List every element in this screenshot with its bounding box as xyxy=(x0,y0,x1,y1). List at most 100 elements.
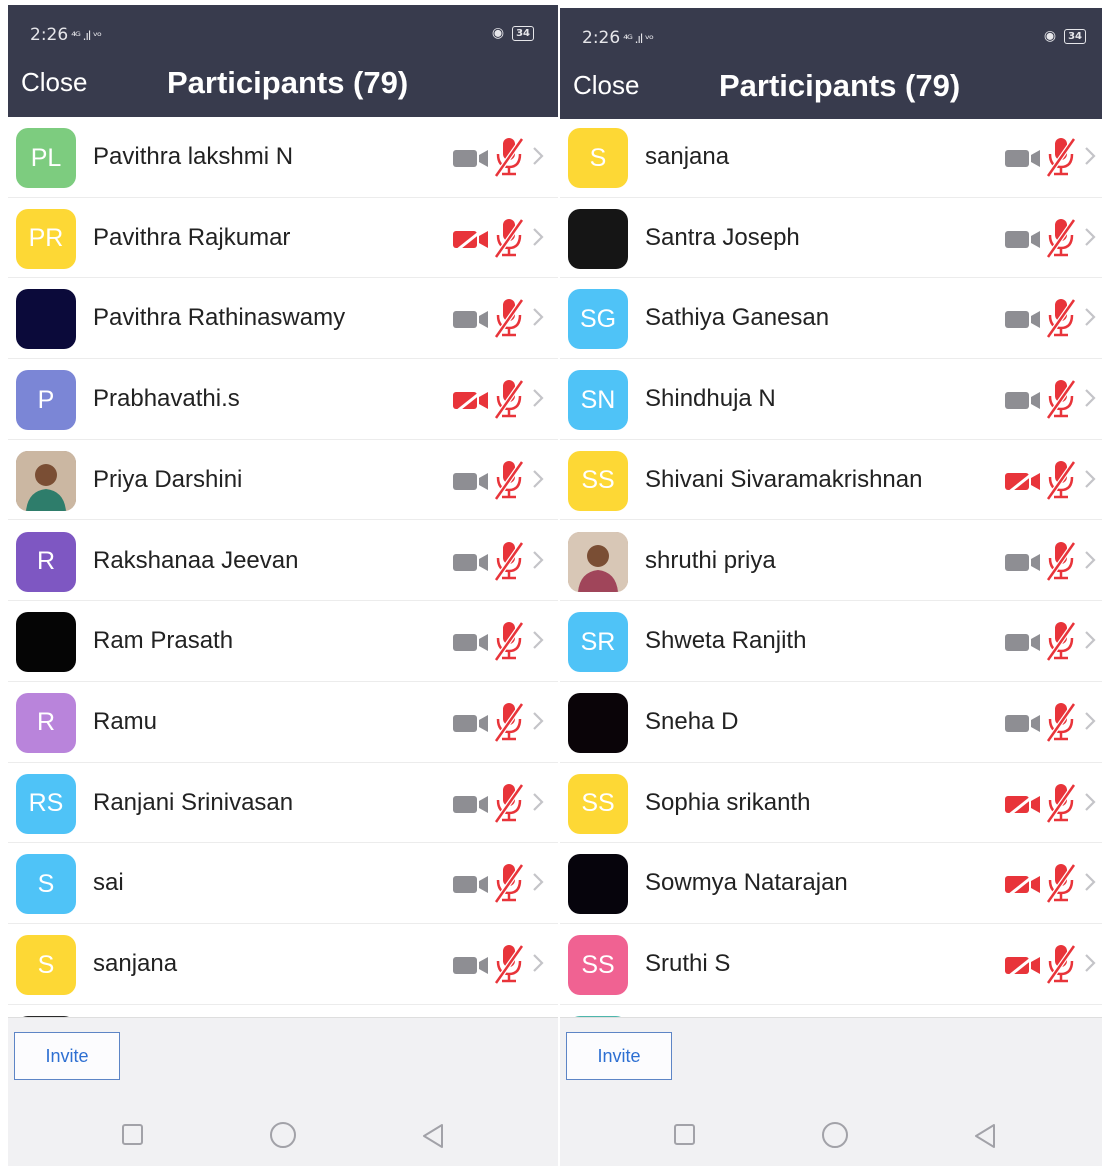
video-icon xyxy=(1005,150,1040,167)
avatar-initials: SR xyxy=(580,627,616,656)
chevron-right-icon[interactable] xyxy=(531,145,545,167)
row-chevron[interactable] xyxy=(531,791,545,818)
participant-row[interactable]: R Rakshanaa Jeevan xyxy=(8,521,558,602)
audio-status xyxy=(492,217,526,264)
row-chevron[interactable] xyxy=(531,710,545,737)
participant-row-partial[interactable] xyxy=(560,1005,1102,1017)
recents-icon[interactable] xyxy=(672,1122,698,1148)
row-chevron[interactable] xyxy=(531,306,545,333)
chevron-right-icon[interactable] xyxy=(531,549,545,571)
chevron-right-icon[interactable] xyxy=(531,710,545,732)
participant-list[interactable]: PL Pavithra lakshmi N PR Pavithra Rajkumar P… xyxy=(8,117,558,1017)
row-chevron[interactable] xyxy=(531,226,545,253)
row-chevron[interactable] xyxy=(1083,549,1097,576)
back-icon[interactable] xyxy=(420,1122,446,1150)
row-chevron[interactable] xyxy=(531,468,545,495)
home-icon[interactable] xyxy=(268,1120,298,1150)
mic-muted-icon xyxy=(493,702,525,743)
row-chevron[interactable] xyxy=(1083,952,1097,979)
participant-row[interactable]: R Ramu xyxy=(8,682,558,763)
avatar: P xyxy=(16,370,76,431)
invite-button[interactable]: Invite xyxy=(14,1032,120,1080)
participant-row[interactable]: PR Pavithra Rajkumar xyxy=(8,198,558,279)
row-chevron[interactable] xyxy=(1083,387,1097,414)
chevron-right-icon[interactable] xyxy=(1083,629,1097,651)
chevron-right-icon[interactable] xyxy=(1083,710,1097,732)
participant-row[interactable]: SN Shindhuja N xyxy=(560,359,1102,440)
chevron-right-icon[interactable] xyxy=(531,629,545,651)
chevron-right-icon[interactable] xyxy=(1083,145,1097,167)
chevron-right-icon[interactable] xyxy=(1083,549,1097,571)
chevron-right-icon[interactable] xyxy=(1083,871,1097,893)
row-chevron[interactable] xyxy=(1083,791,1097,818)
avatar xyxy=(16,450,76,511)
participant-row[interactable]: PL Pavithra lakshmi N xyxy=(8,117,558,198)
participant-row[interactable]: Priya Darshini xyxy=(8,440,558,521)
close-button[interactable]: Close xyxy=(573,70,639,101)
participant-name: Shindhuja N xyxy=(645,385,776,413)
chevron-right-icon[interactable] xyxy=(531,952,545,974)
participant-row[interactable]: Ssai xyxy=(8,843,558,924)
participant-row[interactable]: shruthi priya xyxy=(560,521,1102,602)
row-chevron[interactable] xyxy=(531,145,545,172)
participant-row[interactable]: P Prabhavathi.s xyxy=(8,359,558,440)
row-chevron[interactable] xyxy=(1083,629,1097,656)
participant-row[interactable]: SG Sathiya Ganesan xyxy=(560,278,1102,360)
participant-name: Ranjani Srinivasan xyxy=(93,788,294,816)
row-chevron[interactable] xyxy=(1083,226,1097,253)
chevron-right-icon[interactable] xyxy=(1083,226,1097,248)
video-status xyxy=(1004,872,1042,902)
chevron-right-icon[interactable] xyxy=(531,387,545,409)
chevron-right-icon[interactable] xyxy=(531,468,545,490)
close-button[interactable]: Close xyxy=(21,67,87,98)
participant-name: Prabhavathi.s xyxy=(93,385,240,413)
avatar xyxy=(16,612,76,673)
chevron-right-icon[interactable] xyxy=(531,226,545,248)
chevron-right-icon[interactable] xyxy=(1083,306,1097,328)
chevron-right-icon[interactable] xyxy=(531,306,545,328)
avatar: S xyxy=(16,854,76,915)
participant-row-partial[interactable] xyxy=(8,1005,558,1017)
back-icon[interactable] xyxy=(972,1122,998,1150)
alarm-icon: ◉ xyxy=(491,25,505,41)
home-icon[interactable] xyxy=(820,1120,850,1150)
participant-row[interactable]: SR Shweta Ranjith xyxy=(560,601,1102,682)
row-chevron[interactable] xyxy=(1083,306,1097,333)
participant-row[interactable]: Santra Joseph xyxy=(560,198,1102,279)
participant-row[interactable]: Sowmya Natarajan xyxy=(560,843,1102,924)
row-chevron[interactable] xyxy=(531,629,545,656)
row-chevron[interactable] xyxy=(531,952,545,979)
row-chevron[interactable] xyxy=(1083,710,1097,737)
row-chevron[interactable] xyxy=(531,549,545,576)
participant-list[interactable]: Ssanjana Santra Joseph SG Sathiya Ganesan SN… xyxy=(560,117,1102,1017)
row-chevron[interactable] xyxy=(1083,468,1097,495)
video-icon xyxy=(1005,392,1040,410)
chevron-right-icon[interactable] xyxy=(531,791,545,813)
participant-row[interactable]: Ram Prasath xyxy=(8,601,558,682)
avatar-initials: S xyxy=(37,950,55,979)
chevron-right-icon[interactable] xyxy=(1083,387,1097,409)
video-icon xyxy=(1005,553,1040,571)
video-icon xyxy=(453,876,488,894)
row-chevron[interactable] xyxy=(531,871,545,898)
participant-row[interactable]: Sneha D xyxy=(560,682,1102,763)
row-chevron[interactable] xyxy=(1083,871,1097,898)
recents-icon[interactable] xyxy=(120,1122,146,1148)
invite-button[interactable]: Invite xyxy=(566,1032,672,1080)
row-chevron[interactable] xyxy=(1083,145,1097,172)
chevron-right-icon[interactable] xyxy=(531,871,545,893)
chevron-right-icon[interactable] xyxy=(1083,791,1097,813)
chevron-right-icon[interactable] xyxy=(1083,952,1097,974)
participant-row[interactable]: Ssanjana xyxy=(560,117,1102,198)
avatar-initials: S xyxy=(589,143,607,172)
video-status xyxy=(1004,712,1042,741)
participant-row[interactable]: RS Ranjani Srinivasan xyxy=(8,763,558,844)
participant-row[interactable]: SS Sophia srikanth xyxy=(560,763,1102,844)
video-status xyxy=(452,551,490,580)
row-chevron[interactable] xyxy=(531,387,545,414)
participant-row[interactable]: SS Sruthi S xyxy=(560,924,1102,1005)
chevron-right-icon[interactable] xyxy=(1083,468,1097,490)
participant-row[interactable]: SS Shivani Sivaramakrishnan xyxy=(560,440,1102,521)
participant-row[interactable]: Ssanjana xyxy=(8,924,558,1005)
participant-row[interactable]: Pavithra Rathinaswamy xyxy=(8,278,558,360)
